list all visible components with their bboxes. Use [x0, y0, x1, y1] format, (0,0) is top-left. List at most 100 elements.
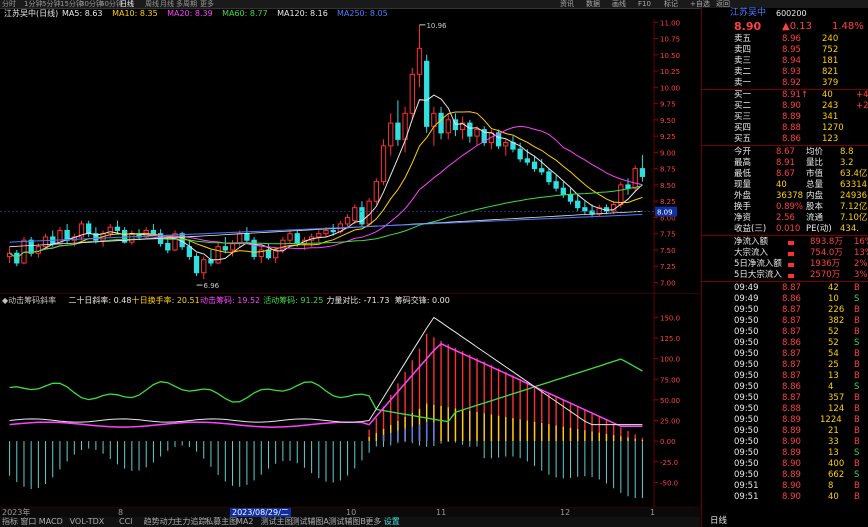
tick-side: B [854, 393, 860, 403]
stat-value: 7.12亿 [840, 202, 868, 212]
candle-body [539, 168, 545, 173]
candle-body [553, 181, 559, 189]
candle-body [165, 242, 171, 251]
bottom-tab-10[interactable]: 测试辅图A [291, 517, 328, 527]
toolbar-item-0[interactable]: 资讯 [560, 0, 574, 8]
bottom-tab-6[interactable]: 主力追踪 [174, 517, 206, 527]
candle-body [28, 239, 34, 254]
bottom-tab-2[interactable]: MACD [39, 517, 63, 527]
ma-value-3: MA60: 8.77 [222, 9, 268, 18]
tick-side: B [854, 426, 860, 436]
tick-side: S [854, 338, 860, 348]
flow-label: 5日净流入额 [734, 259, 782, 269]
y-tick-label: 25.00 [660, 418, 680, 426]
tick-row: 09:50 8.86 52 S [702, 338, 868, 349]
price-badge-label: 8.09 [657, 209, 673, 217]
flow-label: 大宗流入 [734, 248, 769, 258]
order-vol: 181 [822, 56, 839, 66]
flow-bar [788, 263, 794, 267]
bottom-tab-5[interactable]: 趋势动力 [144, 517, 176, 527]
order-label: 卖三 [734, 56, 752, 66]
tick-side: S [854, 470, 860, 480]
candle-body [280, 239, 286, 251]
candle-body [352, 207, 358, 222]
tick-time: 09:50 [734, 360, 759, 370]
toolbar-item-2[interactable]: 画线 [612, 0, 626, 8]
tick-side: B [854, 327, 860, 337]
timeframe-tab-2[interactable]: 5分钟 [42, 0, 60, 9]
indicator-chart[interactable]: 150.0 125.0 100.0 75.00 50.00 25.00 0.00 -25.0 -… [0, 293, 700, 507]
stat-row: 最低 8.67 市值 63.4亿 [702, 169, 868, 180]
timeframe-tab-6[interactable]: 日线 [120, 0, 134, 9]
stat-label: 今开 [734, 147, 752, 157]
order-price: 8.93 [782, 67, 801, 77]
indicator-value-5: 力量对比: -71.73 [326, 296, 390, 305]
toolbar-item-5[interactable]: +自选 [690, 0, 710, 8]
timeframe-tab-0[interactable]: 分时 [2, 0, 16, 9]
stat-value: 0.89% [776, 202, 804, 212]
toolbar-item-4[interactable]: 标记 [664, 0, 678, 8]
flow-pct: 3% [854, 270, 868, 280]
bottom-tab-4[interactable]: CCI [119, 517, 133, 527]
bottom-tab-12[interactable]: 更多 [365, 517, 381, 527]
order-price: 8.95 [782, 45, 801, 55]
candle-body [639, 168, 646, 177]
timeframe-tab-8[interactable]: 月线 [160, 0, 174, 9]
timeframe-tab-1[interactable]: 1分钟 [24, 0, 42, 9]
toolbar-item-1[interactable]: 数据 [586, 0, 600, 8]
tick-sep [702, 281, 868, 282]
candle-body [467, 122, 473, 137]
annotation-high: 10.96 [426, 22, 447, 30]
timeframe-tab-10[interactable]: 更多 [200, 0, 214, 9]
bottom-tab-0[interactable]: 指标 [2, 517, 18, 527]
order-label: 买二 [734, 101, 752, 111]
ma-legend: 江苏吴中(日线) MA5: 8.63 MA10: 8.35 MA20: 8.39 MA6… [0, 9, 700, 19]
footer-tab: 日线 [710, 516, 728, 526]
y-tick-label: 75.00 [660, 376, 680, 384]
candle-body [201, 259, 207, 274]
tick-side: S [854, 382, 860, 392]
stat-row: 外盘 36378 内盘 24936 [702, 191, 868, 202]
bottom-tab-13[interactable]: 设置 [384, 517, 400, 527]
tick-side: B [854, 371, 860, 381]
ma-value-4: MA120: 8.16 [277, 9, 328, 18]
candle-body [193, 255, 200, 274]
stat-value: 63.4亿 [840, 169, 868, 179]
bottom-tab-8[interactable]: MA2 [236, 517, 253, 527]
order-vol: 243 [822, 101, 839, 111]
tick-time: 09:50 [734, 305, 759, 315]
tick-price: 8.89 [782, 426, 801, 436]
candle-body [632, 168, 638, 189]
indicator-value-4: 活动筹码: 91.25 [263, 296, 324, 305]
tick-time: 09:50 [734, 327, 759, 337]
flow-bar [788, 252, 794, 256]
toolbar-item-6[interactable]: 返回 [716, 0, 730, 8]
candle-body [35, 246, 42, 254]
price-pct: 1.48% [832, 21, 864, 32]
timeframe-tab-7[interactable]: 周线 [145, 0, 159, 9]
price-chart[interactable]: 11.00 10.75 10.50 10.25 10.00 9.75 9.50 9.25 9.0… [0, 19, 700, 293]
candle-body [323, 229, 329, 235]
bottom-tab-9[interactable]: 测试主图 [261, 517, 293, 527]
tick-price: 8.89 [782, 448, 801, 458]
bottom-tab-1[interactable]: 窗口 [20, 517, 36, 527]
candle-body [582, 207, 588, 212]
tick-row: 09:50 8.89 13 S [702, 448, 868, 459]
order-price: 8.88 [782, 123, 801, 133]
tick-time: 09:51 [734, 492, 759, 502]
tick-row: 09:50 8.87 25 B [702, 360, 868, 371]
timeframe-tab-9[interactable]: 多周期 [176, 0, 197, 9]
bottom-tab-7[interactable]: 私募主图 [205, 517, 237, 527]
order-price: 8.92 [782, 78, 801, 88]
tick-row: 09:50 8.86 4 S [702, 382, 868, 393]
bottom-tab-11[interactable]: 测试辅图B [328, 517, 366, 527]
indicator-value-1: 二十日斜率: 0.48 [68, 296, 132, 305]
candle-body [150, 229, 157, 235]
candle-body [344, 216, 351, 225]
candle-body [625, 184, 631, 189]
flow-bar [788, 274, 794, 278]
tick-row: 09:51 8.90 8 B [702, 481, 868, 492]
bottom-tab-3[interactable]: VOL-TDX [70, 517, 105, 527]
toolbar-item-3[interactable]: F10 [638, 0, 651, 8]
tick-row: 09:50 8.87 226 B [702, 305, 868, 316]
